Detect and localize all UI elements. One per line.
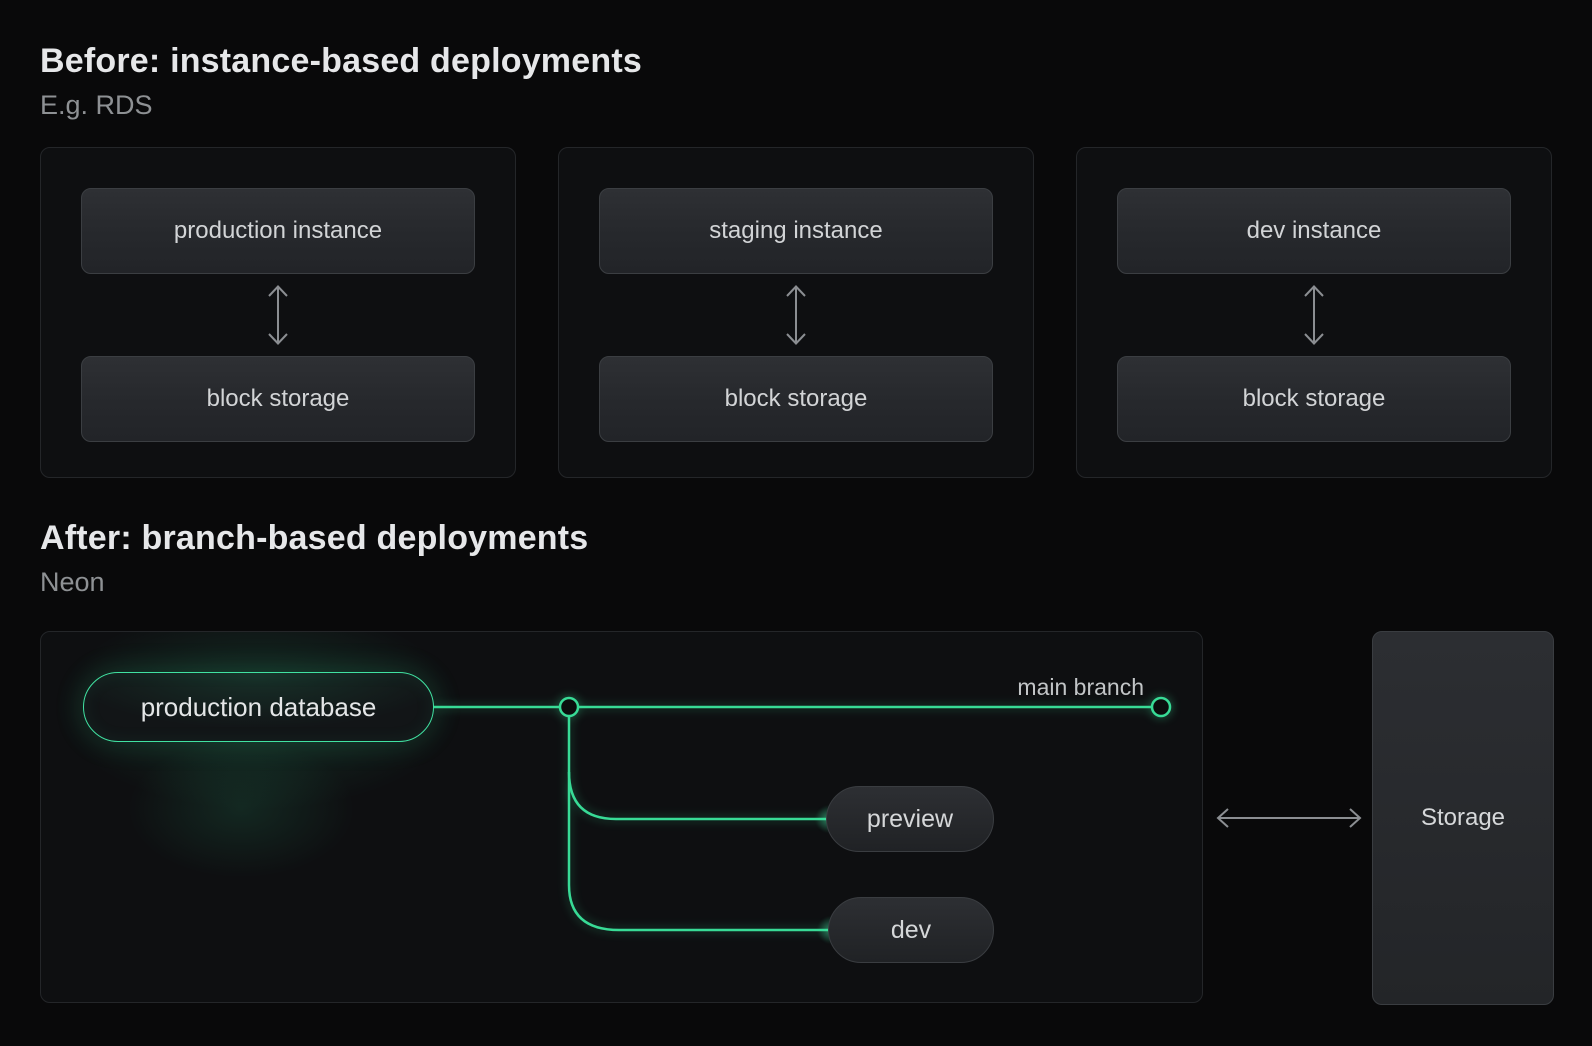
block-storage-node: block storage [81,356,475,442]
dev-branch-line [567,716,831,932]
block-storage-node-label: block storage [724,385,868,412]
production-database-node: production database [83,672,434,742]
vertical-double-arrow-icon [268,285,288,345]
vertical-double-arrow-icon [786,285,806,345]
vertical-double-arrow-icon [1304,285,1324,345]
dev-branch-label: dev [890,915,932,944]
dev-branch-node: dev [828,897,994,963]
before-section-subtitle: E.g. RDS [40,90,153,120]
instance-node-label: production instance [173,217,383,244]
block-storage-node: block storage [599,356,993,442]
production-database-label: production database [140,691,377,722]
block-storage-node: block storage [1117,356,1511,442]
block-storage-node-label: block storage [206,385,350,412]
storage-node-label: Storage [1420,804,1506,831]
block-storage-node-label: block storage [1242,385,1386,412]
main-branch-label: main branch [1017,674,1144,700]
instance-node-label: dev instance [1246,217,1382,244]
storage-node: Storage [1372,631,1554,1005]
after-section-subtitle: Neon [40,567,105,597]
instance-node: dev instance [1117,188,1511,274]
preview-branch-label: preview [866,804,954,833]
after-section-title: After: branch-based deployments [40,519,589,557]
main-branch-endpoint-icon [1150,696,1172,718]
branch-deployments-panel: production database main branch preview … [40,631,1203,1003]
instance-node-label: staging instance [709,217,883,244]
preview-branch-line [567,771,829,821]
deployment-comparison-diagram: Before: instance-based deployments E.g. … [0,0,1592,1046]
env-panel-staging: staging instance block storage [558,147,1034,478]
before-section-title: Before: instance-based deployments [40,42,642,80]
branch-point-icon [558,696,580,718]
preview-branch-node: preview [826,786,994,852]
instance-node: staging instance [599,188,993,274]
instance-node: production instance [81,188,475,274]
horizontal-double-arrow-icon [1216,808,1362,828]
env-panel-production: production instance block storage [40,147,516,478]
env-panel-dev: dev instance block storage [1076,147,1552,478]
